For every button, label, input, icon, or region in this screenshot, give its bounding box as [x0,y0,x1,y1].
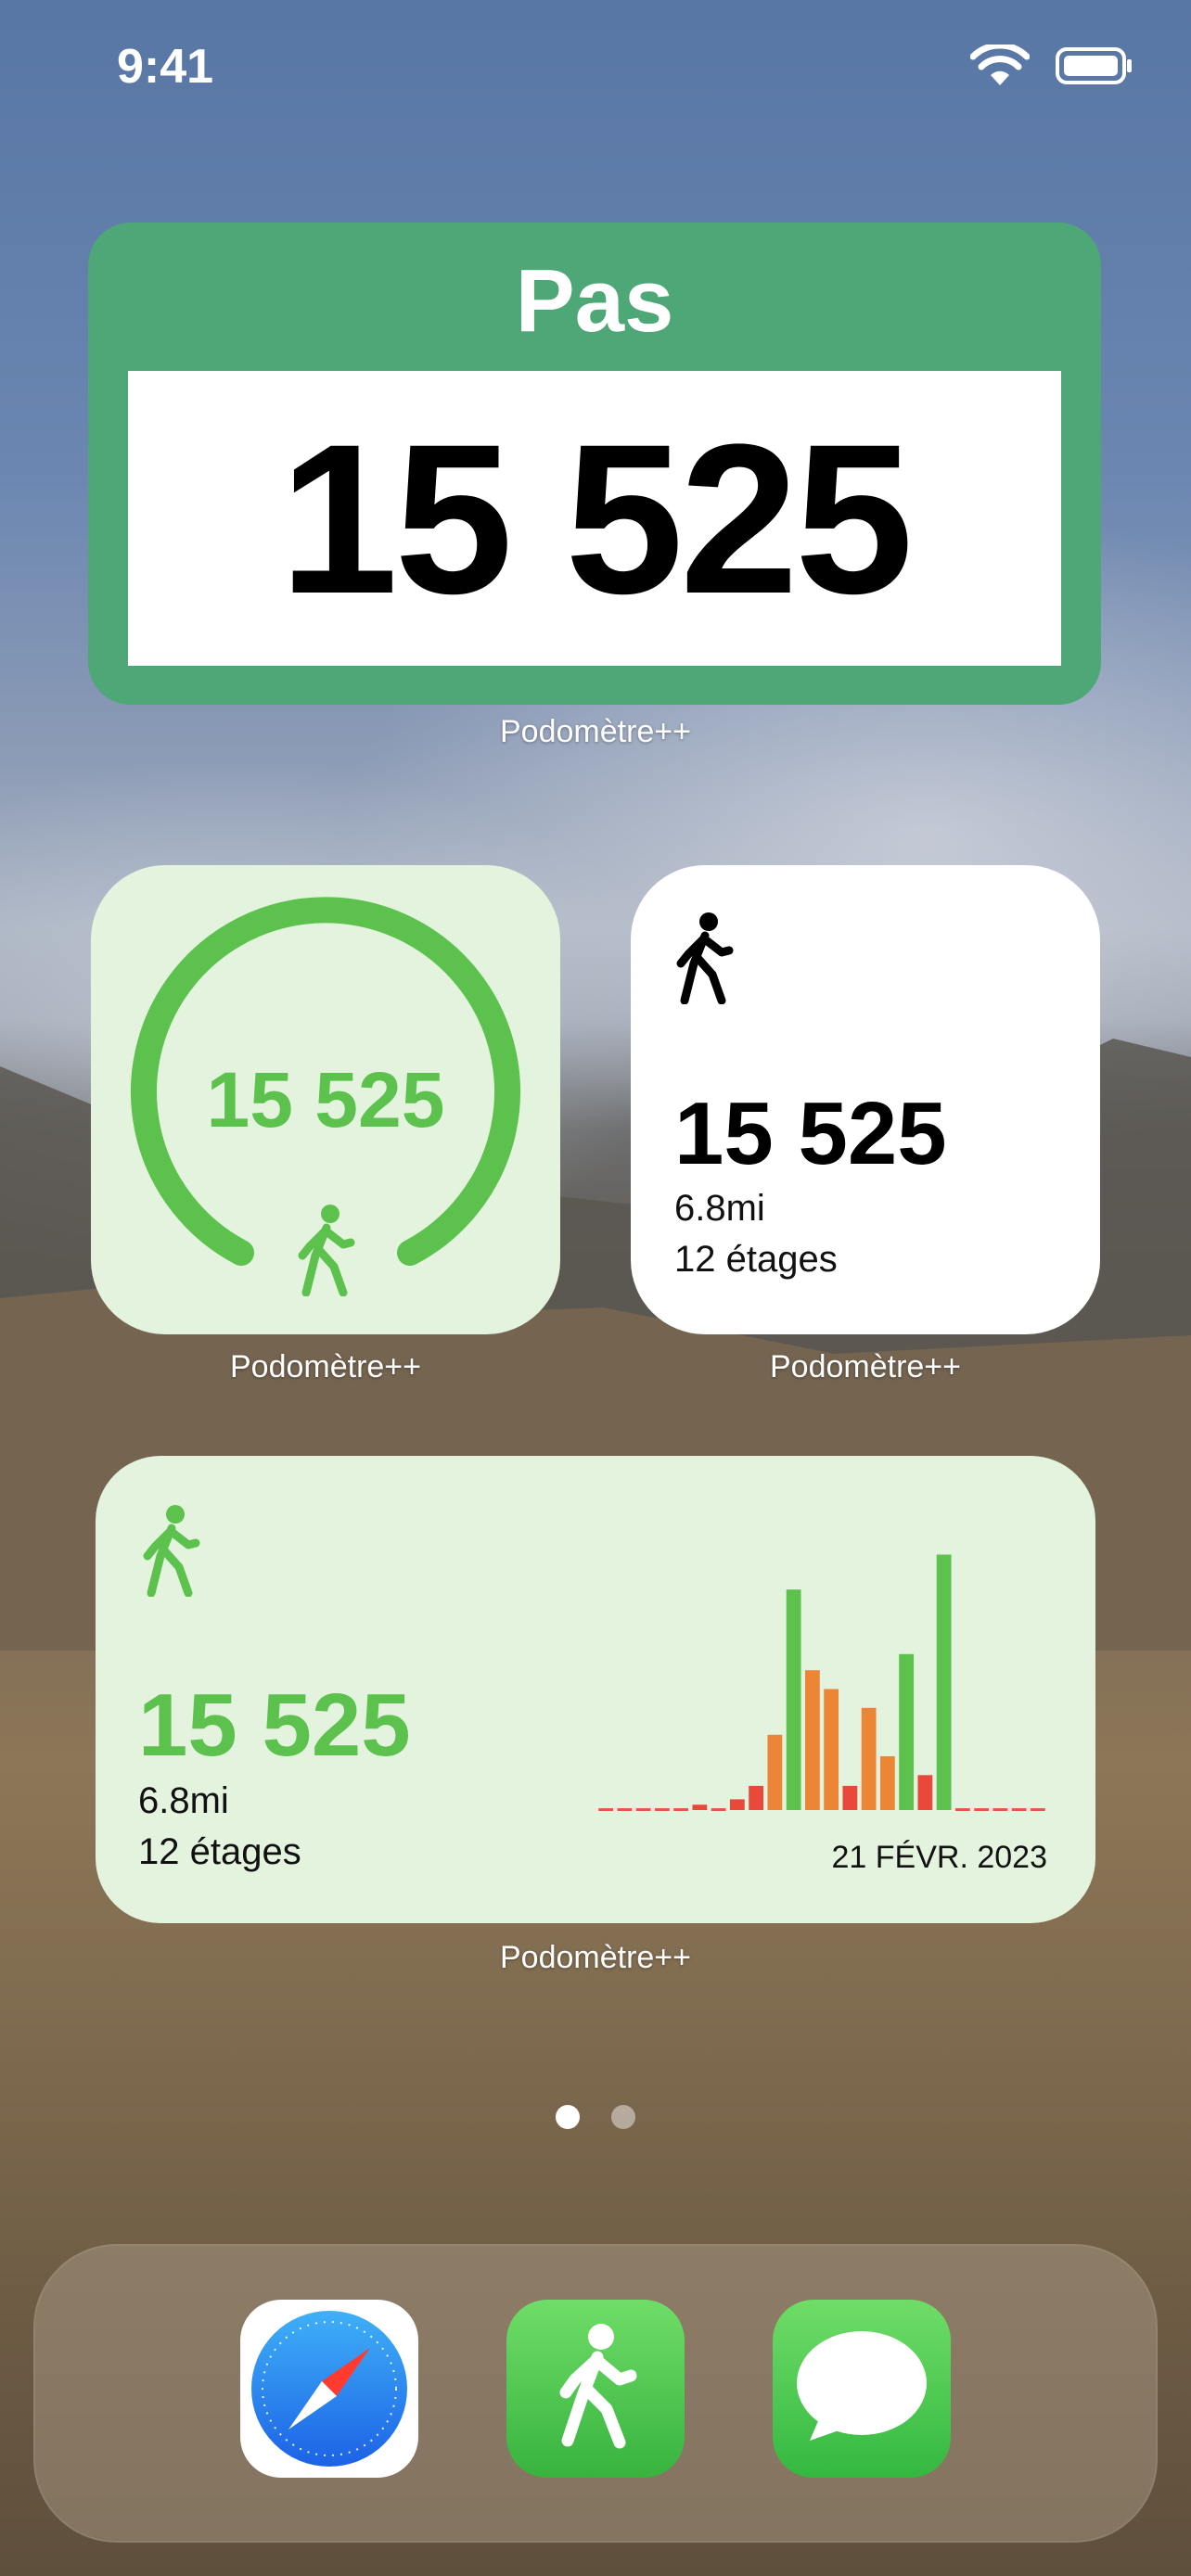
walking-person-icon [559,2324,637,2449]
chart-bar [673,1808,689,1811]
speech-bubble-icon [797,2331,927,2441]
walking-person-icon [298,1205,355,1296]
status-time: 9:41 [117,40,214,94]
chart-bar [879,1756,895,1810]
walking-person-icon [143,1505,200,1597]
status-icons [970,45,1133,87]
steps-count: 15 525 [138,1676,411,1775]
wifi-icon [970,45,1030,85]
chart-bar [954,1808,970,1811]
page-indicator[interactable] [0,2105,1191,2129]
chart-bar [936,1554,952,1810]
chart-bar [861,1707,877,1810]
distance-label: 6.8mi [674,1188,765,1229]
floors-label: 12 étages [674,1239,838,1280]
steps-ring-widget[interactable]: 15 525 [91,865,560,1334]
chart-bar [917,1775,933,1810]
steps-widget-large[interactable]: Pas 15 525 [88,223,1101,705]
dock-app-safari[interactable] [240,2300,418,2478]
chart-bar [598,1808,614,1811]
chart-bar [635,1808,651,1811]
chart-bar [767,1734,783,1810]
chart-bar [749,1785,764,1810]
widget-caption: Podomètre++ [499,1940,692,1975]
page-dot[interactable] [556,2105,580,2129]
page-dot[interactable] [611,2105,635,2129]
chart-bar [654,1808,670,1811]
chart-bar [711,1808,726,1811]
walking-person-icon [676,912,734,1004]
widget-caption: Podomètre++ [769,1349,962,1384]
chart-bar [692,1804,708,1810]
hourly-steps-chart [598,1554,1045,1811]
compass-icon [251,2311,407,2467]
widget-caption: Podomètre++ [229,1349,422,1384]
chart-bar [617,1808,633,1811]
widget-caption: Podomètre++ [499,714,692,749]
chart-bar [1011,1808,1027,1811]
chart-date: 21 FÉVR. 2023 [831,1840,1047,1875]
widget-title: Pas [515,251,674,351]
chart-bar [974,1808,990,1811]
chart-bar [729,1799,745,1810]
chart-bar [992,1808,1008,1811]
chart-bar [842,1785,858,1810]
dock [33,2244,1158,2543]
steps-count: 15 525 [674,1084,947,1183]
chart-bar [899,1653,915,1810]
dock-app-pedometer[interactable] [506,2300,685,2478]
steps-count: 15 525 [206,1056,445,1143]
steps-chart-widget[interactable]: 15 525 6.8mi 12 étages 21 FÉVR. 2023 [96,1456,1095,1923]
chart-bar [786,1589,801,1810]
chart-bar [824,1689,839,1810]
steps-stat-widget[interactable]: 15 525 6.8mi 12 étages [631,865,1100,1334]
dock-app-messages[interactable] [773,2300,951,2478]
distance-label: 6.8mi [138,1780,229,1821]
chart-bar [1030,1808,1045,1811]
steps-count: 15 525 [279,399,913,638]
floors-label: 12 étages [138,1831,301,1872]
chart-bar [804,1670,820,1810]
battery-icon [1056,47,1132,84]
steps-box: 15 525 [128,371,1061,666]
